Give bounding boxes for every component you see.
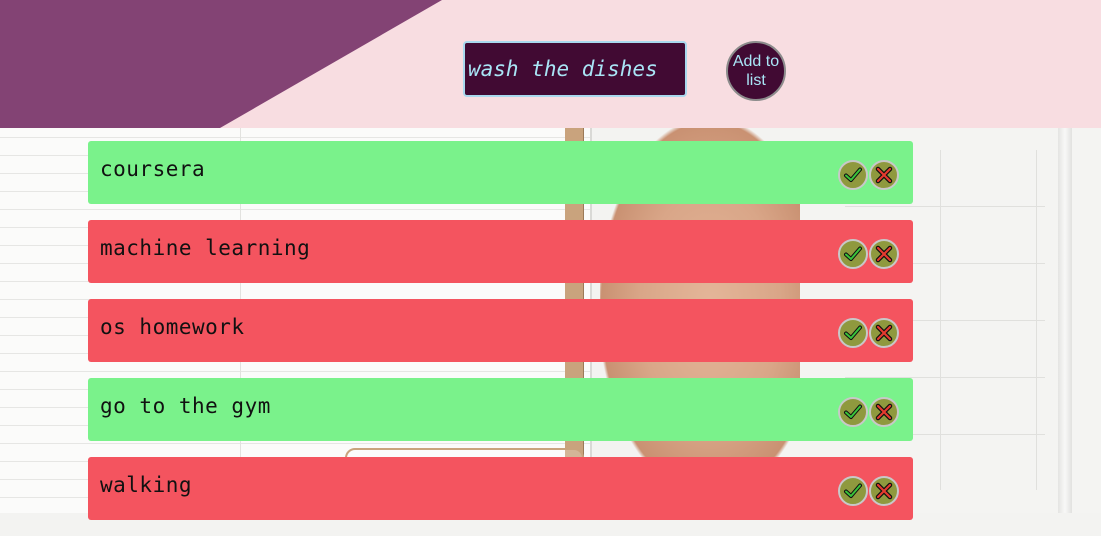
complete-button[interactable] [838, 318, 868, 348]
complete-button[interactable] [838, 160, 868, 190]
task-item: machine learning [88, 220, 913, 283]
delete-button[interactable] [869, 397, 899, 427]
delete-button[interactable] [869, 239, 899, 269]
delete-button[interactable] [869, 318, 899, 348]
task-label: os homework [100, 315, 245, 339]
cross-icon [875, 245, 893, 263]
check-icon [844, 404, 862, 419]
check-icon [844, 325, 862, 340]
task-label: go to the gym [100, 394, 271, 418]
complete-button[interactable] [838, 239, 868, 269]
header: Add to list [0, 0, 1101, 128]
cross-icon [875, 324, 893, 342]
task-label: walking [100, 473, 193, 497]
cross-icon [875, 482, 893, 500]
task-item: go to the gym [88, 378, 913, 441]
cross-icon [875, 403, 893, 421]
check-icon [844, 167, 862, 182]
complete-button[interactable] [838, 397, 868, 427]
task-item: os homework [88, 299, 913, 362]
check-icon [844, 483, 862, 498]
task-list: coursera machine learning os homework go… [88, 141, 913, 536]
complete-button[interactable] [838, 476, 868, 506]
task-input[interactable] [463, 41, 687, 97]
delete-button[interactable] [869, 160, 899, 190]
cross-icon [875, 166, 893, 184]
task-item: walking [88, 457, 913, 520]
add-to-list-button[interactable]: Add to list [726, 41, 786, 101]
task-label: machine learning [100, 236, 311, 260]
notebook-spine [1058, 120, 1072, 513]
delete-button[interactable] [869, 476, 899, 506]
check-icon [844, 246, 862, 261]
task-item: coursera [88, 141, 913, 204]
task-label: coursera [100, 157, 206, 181]
